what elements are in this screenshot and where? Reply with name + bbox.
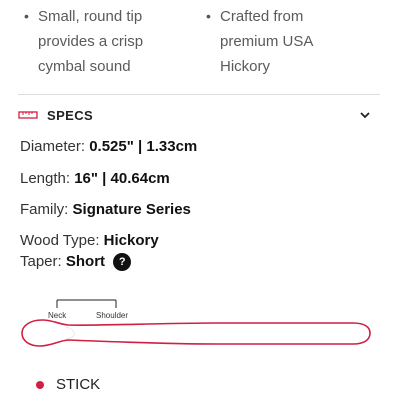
- feature-item: • Crafted from premium USA Hickory: [206, 4, 313, 79]
- legend: STICK: [36, 376, 100, 393]
- bullet-dot: •: [206, 8, 211, 24]
- spec-value: Short: [65, 253, 106, 270]
- spec-label: Taper:: [20, 253, 62, 270]
- legend-label: STICK: [56, 376, 101, 393]
- shoulder-label: Shoulder: [96, 311, 128, 320]
- feature-text: Small, round tip provides a crisp cymbal…: [38, 8, 144, 75]
- spec-family: Family: Signature Series: [20, 201, 191, 218]
- spec-label: Length:: [20, 170, 71, 187]
- spec-value: Signature Series: [72, 201, 191, 218]
- spec-label: Family:: [20, 201, 69, 218]
- spec-diameter: Diameter: 0.525" | 1.33cm: [20, 138, 197, 155]
- neck-marker: [56, 299, 117, 308]
- spec-length: Length: 16" | 40.64cm: [20, 170, 170, 187]
- feature-text: Crafted from premium USA Hickory: [220, 8, 314, 75]
- question-icon[interactable]: ?: [113, 253, 132, 272]
- feature-list: • Small, round tip provides a crisp cymb…: [24, 4, 384, 82]
- bullet-dot: •: [24, 8, 29, 24]
- chevron-down-icon[interactable]: [358, 108, 372, 122]
- spec-wood-type: Wood Type: Hickory: [20, 232, 159, 249]
- section-divider: [18, 94, 380, 95]
- specs-title: SPECS: [47, 107, 94, 123]
- spec-label: Wood Type:: [20, 232, 100, 249]
- spec-value: 0.525" | 1.33cm: [89, 138, 198, 155]
- feature-item: • Small, round tip provides a crisp cymb…: [24, 4, 143, 79]
- specs-accordion-header[interactable]: SPECS: [18, 104, 372, 126]
- spec-value: Hickory: [103, 232, 159, 249]
- ruler-icon: [18, 111, 38, 119]
- spec-taper: Taper: Short ?: [20, 253, 132, 272]
- spec-label: Diameter:: [20, 138, 86, 155]
- stick-diagram: Neck Shoulder: [21, 299, 371, 347]
- spec-value: 16" | 40.64cm: [74, 170, 170, 187]
- legend-dot: [36, 380, 44, 389]
- neck-label: Neck: [48, 311, 67, 320]
